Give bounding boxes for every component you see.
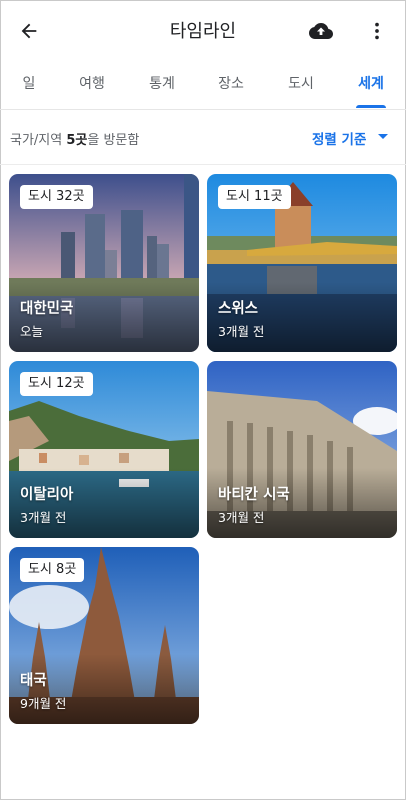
country-name: 태국 (20, 673, 47, 689)
city-count-badge: 도시 12곳 (20, 372, 93, 396)
city-count-badge: 도시 8곳 (20, 558, 85, 582)
dropdown-arrow-icon[interactable] (378, 134, 388, 139)
country-card-vatican[interactable]: 바티칸 시국 3개월 전 (207, 361, 397, 538)
tab-cities[interactable]: 도시 (283, 62, 319, 108)
visited-count-text: 국가/지역 5곳을 방문함 (10, 129, 139, 148)
city-count-badge: 도시 11곳 (218, 185, 291, 209)
country-card-thailand[interactable]: 도시 8곳 태국 9개월 전 (9, 547, 199, 724)
country-card-korea[interactable]: 도시 32곳 대한민국 오늘 (9, 174, 199, 352)
summary-row: 국가/지역 5곳을 방문함 정렬 기준 (0, 111, 406, 165)
last-visited: 3개월 전 (20, 510, 67, 525)
tab-day[interactable]: 일 (14, 62, 44, 108)
cloud-upload-icon (309, 23, 333, 39)
last-visited: 9개월 전 (20, 696, 67, 711)
last-visited: 오늘 (20, 324, 44, 339)
tab-places[interactable]: 장소 (213, 62, 249, 108)
more-vert-icon (375, 22, 379, 40)
country-name: 이탈리아 (20, 487, 74, 503)
more-options-button[interactable] (362, 16, 392, 46)
page-title: 타임라인 (169, 21, 237, 42)
cloud-upload-button[interactable] (306, 16, 336, 46)
country-name: 스위스 (218, 301, 259, 317)
visited-count: 5곳 (66, 133, 88, 148)
tab-stats[interactable]: 통계 (144, 62, 180, 108)
tab-bar: 일 여행 통계 장소 도시 세계 (0, 62, 406, 110)
tab-world[interactable]: 세계 (352, 62, 390, 108)
last-visited: 3개월 전 (218, 324, 265, 339)
top-app-bar: 타임라인 (0, 0, 406, 60)
last-visited: 3개월 전 (218, 510, 265, 525)
country-name: 대한민국 (20, 301, 74, 317)
country-name: 바티칸 시국 (218, 487, 290, 503)
country-card-italy[interactable]: 도시 12곳 이탈리아 3개월 전 (9, 361, 199, 538)
tab-trips[interactable]: 여행 (74, 62, 110, 108)
sort-button[interactable]: 정렬 기준 (312, 128, 366, 148)
visited-suffix: 을 방문함 (87, 133, 140, 148)
visited-prefix: 국가/지역 (10, 133, 67, 148)
city-count-badge: 도시 32곳 (20, 185, 93, 209)
country-card-switzerland[interactable]: 도시 11곳 스위스 3개월 전 (207, 174, 397, 352)
